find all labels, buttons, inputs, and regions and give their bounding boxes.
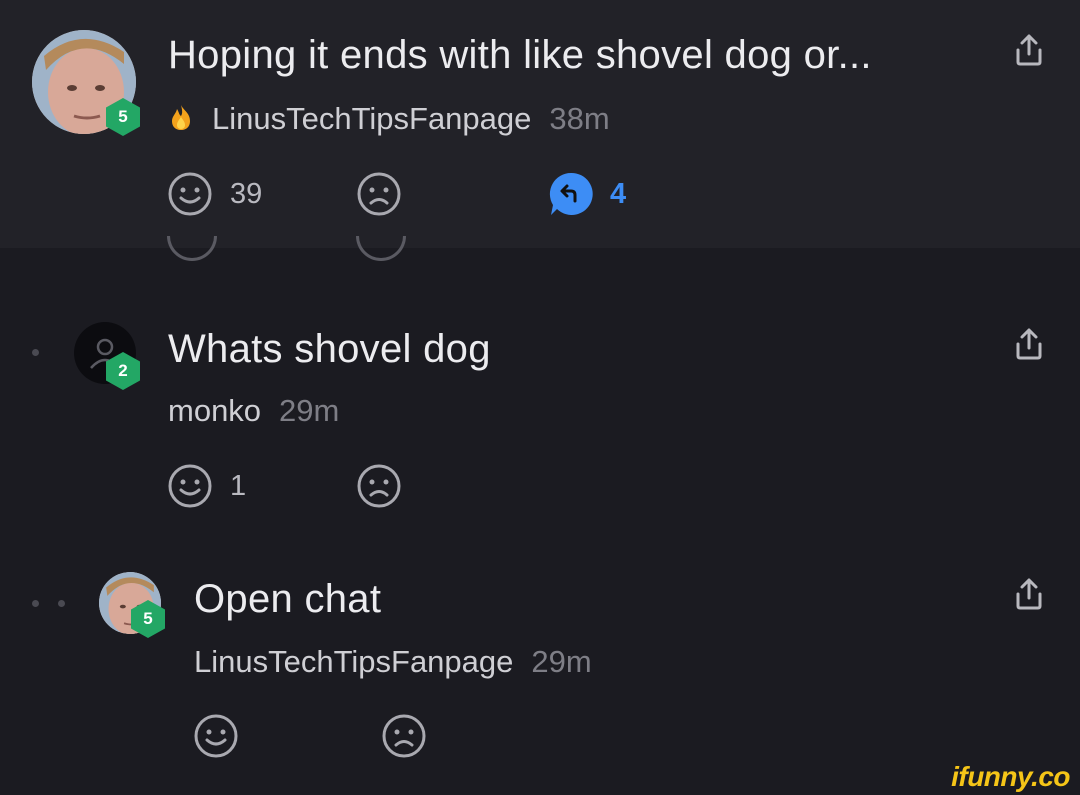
like-count: 1 <box>230 470 247 502</box>
author-name[interactable]: LinusTechTipsFanpage <box>212 101 531 136</box>
partial-frown-icon <box>356 236 406 261</box>
smile-icon[interactable] <box>193 713 239 759</box>
thread-indent-dot <box>32 349 39 356</box>
watermark: ifunny.co <box>951 761 1070 792</box>
thread-indent-dot <box>32 600 39 607</box>
share-icon[interactable] <box>1012 32 1046 68</box>
reply-count[interactable]: 4 <box>610 178 626 211</box>
reply-icon[interactable] <box>548 171 594 217</box>
flame-icon <box>172 105 190 130</box>
level-number: 5 <box>143 609 153 628</box>
frown-icon[interactable] <box>356 463 402 509</box>
comment-text: Hoping it ends with like shovel dog or..… <box>168 33 872 77</box>
avatar[interactable]: 2 <box>74 322 140 390</box>
comment-meta: monko 29m <box>168 393 339 429</box>
share-icon[interactable] <box>1012 576 1046 612</box>
share-icon[interactable] <box>1012 326 1046 362</box>
author-name[interactable]: LinusTechTipsFanpage <box>194 644 513 679</box>
comment-meta: LinusTechTipsFanpage 29m <box>194 644 592 680</box>
avatar[interactable]: 5 <box>32 30 140 136</box>
frown-icon[interactable] <box>381 713 427 759</box>
smile-icon[interactable] <box>167 171 213 217</box>
timestamp: 29m <box>531 644 592 679</box>
like-count: 39 <box>230 178 263 210</box>
thread-indent-dot <box>58 600 65 607</box>
comment-text: Open chat <box>194 577 382 621</box>
smile-icon[interactable] <box>167 463 213 509</box>
author-name[interactable]: monko <box>168 393 261 428</box>
comment-meta: LinusTechTipsFanpage 38m <box>168 101 610 137</box>
frown-icon[interactable] <box>356 171 402 217</box>
timestamp: 29m <box>279 393 340 428</box>
partial-smile-icon <box>167 236 217 261</box>
avatar[interactable]: 5 <box>99 572 165 638</box>
timestamp: 38m <box>549 101 610 136</box>
level-number: 5 <box>118 107 128 126</box>
level-number: 2 <box>118 361 128 380</box>
comment-text: Whats shovel dog <box>168 327 491 371</box>
